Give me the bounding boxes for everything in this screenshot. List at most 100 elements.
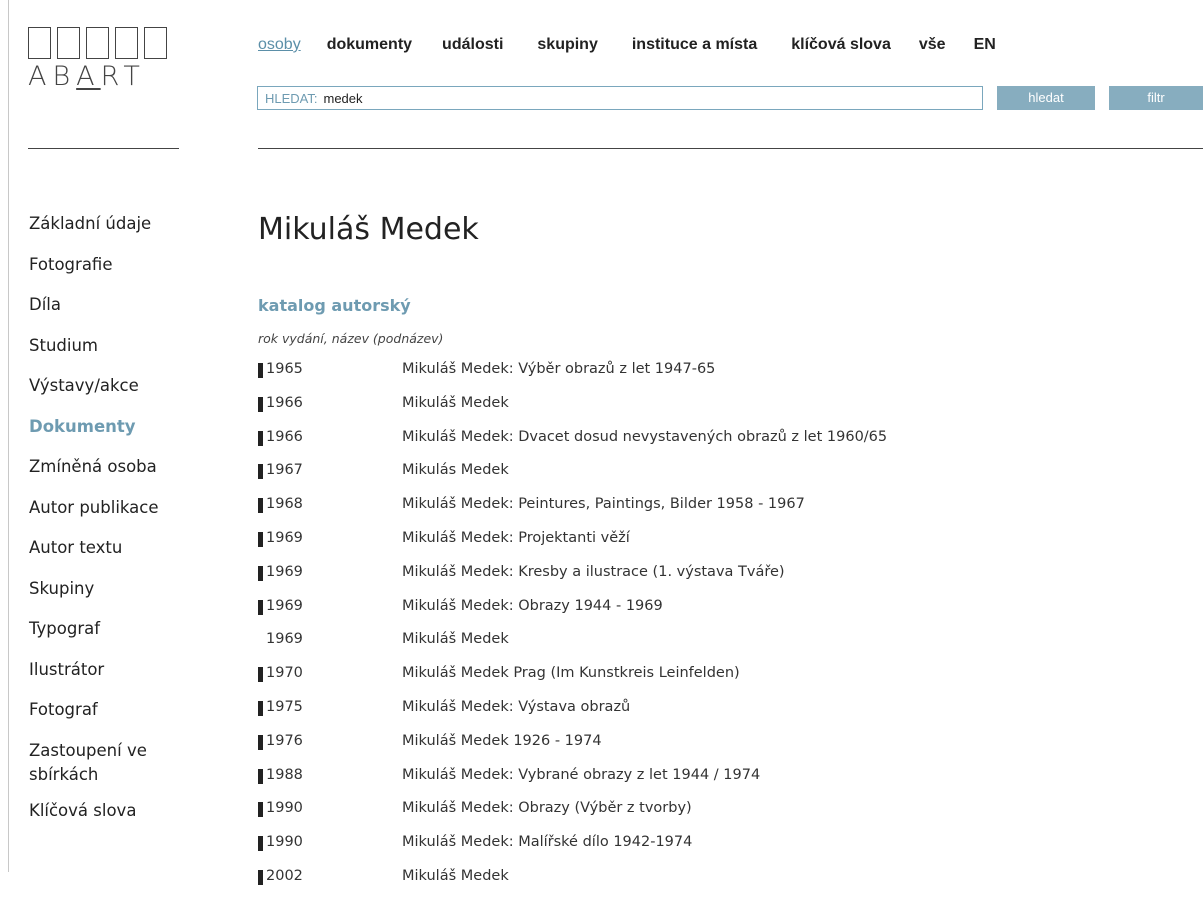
item-year: 1975	[266, 698, 303, 715]
document-marker-icon	[258, 667, 263, 683]
nav-osoby[interactable]: osoby	[258, 36, 301, 54]
list-item: 2002 Mikuláš Medek	[258, 868, 887, 902]
sidebar-item-dila[interactable]: Díla	[29, 293, 169, 334]
item-title-link[interactable]: Mikuláš Medek: Dvacet dosud nevystavenýc…	[402, 429, 887, 445]
sidebar-item-zminena-osoba[interactable]: Zmíněná osoba	[29, 455, 169, 496]
list-item: 1969 Mikuláš Medek: Kresby a ilustrace (1…	[258, 564, 887, 598]
search-button[interactable]: hledat	[997, 86, 1095, 110]
column-description: rok vydání, název (podnázev)	[258, 331, 444, 346]
item-year: 1970	[266, 665, 303, 682]
sidebar-item-zakladni-udaje[interactable]: Základní údaje	[29, 212, 169, 253]
item-year: 1969	[266, 529, 303, 546]
item-title-link[interactable]: Mikuláš Medek	[402, 631, 509, 647]
logo-squares	[28, 27, 178, 59]
sidebar-item-fotograf[interactable]: Fotograf	[29, 698, 169, 739]
search-value[interactable]: medek	[324, 91, 363, 106]
item-title-link[interactable]: Mikuláš Medek	[402, 868, 509, 884]
item-title-link[interactable]: Mikulás Medek	[402, 462, 509, 478]
sidebar: Základní údaje Fotografie Díla Studium V…	[29, 212, 169, 839]
nav-klicova-slova[interactable]: klíčová slova	[791, 36, 891, 54]
item-title-link[interactable]: Mikuláš Medek: Výběr obrazů z let 1947-6…	[402, 361, 715, 377]
nav-dokumenty[interactable]: dokumenty	[327, 36, 412, 54]
list-item: 1968 Mikuláš Medek: Peintures, Paintings,…	[258, 496, 887, 530]
document-marker-icon	[258, 802, 263, 818]
sidebar-item-autor-publikace[interactable]: Autor publikace	[29, 496, 169, 537]
item-title-link[interactable]: Mikuláš Medek: Obrazy (Výběr z tvorby)	[402, 800, 692, 816]
item-year: 2002	[266, 867, 303, 884]
list-item: 1988 Mikuláš Medek: Vybrané obrazy z let …	[258, 767, 887, 801]
document-marker-icon	[258, 430, 263, 446]
top-navigation: osoby dokumenty události skupiny institu…	[258, 36, 996, 54]
document-marker-icon	[258, 498, 263, 514]
list-item: 1969 Mikuláš Medek: Obrazy 1944 - 1969	[258, 598, 887, 632]
page-title: Mikuláš Medek	[258, 212, 479, 247]
sidebar-item-zastoupeni-ve-sbirkach[interactable]: Zastoupení ve sbírkách	[29, 739, 169, 799]
item-year: 1990	[266, 834, 303, 851]
header-divider	[258, 148, 1203, 149]
item-year: 1967	[266, 462, 303, 479]
item-year: 1990	[266, 800, 303, 817]
sidebar-item-studium[interactable]: Studium	[29, 334, 169, 375]
sidebar-item-dokumenty[interactable]: Dokumenty	[29, 415, 169, 456]
nav-skupiny[interactable]: skupiny	[537, 36, 597, 54]
item-year: 1969	[266, 563, 303, 580]
item-title-link[interactable]: Mikuláš Medek: Peintures, Paintings, Bil…	[402, 496, 805, 512]
sidebar-item-vystavy-akce[interactable]: Výstavy/akce	[29, 374, 169, 415]
list-item: 1966 Mikuláš Medek: Dvacet dosud nevystav…	[258, 429, 887, 463]
list-item: 1990 Mikuláš Medek: Obrazy (Výběr z tvorb…	[258, 800, 887, 834]
sidebar-item-typograf[interactable]: Typograf	[29, 617, 169, 658]
item-title-link[interactable]: Mikuláš Medek: Obrazy 1944 - 1969	[402, 598, 663, 614]
item-title-link[interactable]: Mikuláš Medek	[402, 395, 509, 411]
list-item: 1967 Mikulás Medek	[258, 462, 887, 496]
sidebar-item-ilustrator[interactable]: Ilustrátor	[29, 658, 169, 699]
item-title-link[interactable]: Mikuláš Medek: Projektanti věží	[402, 530, 630, 546]
sidebar-item-autor-textu[interactable]: Autor textu	[29, 536, 169, 577]
item-year: 1965	[266, 361, 303, 377]
logo-text: ABART	[28, 61, 146, 92]
list-item: 1969 Mikuláš Medek	[258, 631, 887, 665]
document-marker-icon	[258, 531, 263, 547]
item-year: 1988	[266, 766, 303, 783]
document-marker-icon	[258, 599, 263, 615]
document-marker-icon	[258, 869, 263, 885]
nav-instituce-a-mista[interactable]: instituce a místa	[632, 36, 757, 54]
item-year: 1969	[266, 631, 303, 648]
search-label: HLEDAT:	[265, 90, 318, 106]
nav-language-en[interactable]: EN	[974, 36, 996, 54]
list-item: 1965 Mikuláš Medek: Výběr obrazů z let 19…	[258, 361, 887, 395]
filter-button[interactable]: filtr	[1109, 86, 1203, 110]
document-marker-icon	[258, 396, 263, 412]
document-marker-icon	[258, 836, 263, 852]
nav-vse[interactable]: vše	[919, 36, 946, 54]
item-year: 1969	[266, 597, 303, 614]
catalog-list: 1965 Mikuláš Medek: Výběr obrazů z let 19…	[258, 361, 887, 902]
section-heading: katalog autorský	[258, 296, 411, 315]
abart-logo[interactable]: ABART	[28, 27, 178, 92]
nav-udalosti[interactable]: události	[442, 36, 503, 54]
list-item: 1970 Mikuláš Medek Prag (Im Kunstkreis Le…	[258, 665, 887, 699]
item-title-link[interactable]: Mikuláš Medek: Kresby a ilustrace (1. vý…	[402, 564, 785, 580]
item-year: 1966	[266, 428, 303, 445]
sidebar-item-fotografie[interactable]: Fotografie	[29, 253, 169, 294]
item-title-link[interactable]: Mikuláš Medek Prag (Im Kunstkreis Leinfe…	[402, 665, 740, 681]
item-year: 1976	[266, 732, 303, 749]
list-item: 1990 Mikuláš Medek: Malířské dílo 1942-19…	[258, 834, 887, 868]
document-marker-icon	[258, 633, 263, 648]
list-item: 1976 Mikuláš Medek 1926 - 1974	[258, 733, 887, 767]
item-year: 1968	[266, 496, 303, 513]
sidebar-item-skupiny[interactable]: Skupiny	[29, 577, 169, 618]
search-input[interactable]: HLEDAT: medek	[257, 86, 983, 110]
list-item: 1969 Mikuláš Medek: Projektanti věží	[258, 530, 887, 564]
item-title-link[interactable]: Mikuláš Medek 1926 - 1974	[402, 733, 602, 749]
item-title-link[interactable]: Mikuláš Medek: Výstava obrazů	[402, 699, 630, 715]
document-marker-icon	[258, 700, 263, 716]
list-item: 1966 Mikuláš Medek	[258, 395, 887, 429]
item-title-link[interactable]: Mikuláš Medek: Vybrané obrazy z let 1944…	[402, 767, 760, 783]
document-marker-icon	[258, 464, 263, 480]
list-item: 1975 Mikuláš Medek: Výstava obrazů	[258, 699, 887, 733]
document-marker-icon	[258, 768, 263, 784]
document-marker-icon	[258, 565, 263, 581]
item-title-link[interactable]: Mikuláš Medek: Malířské dílo 1942-1974	[402, 834, 692, 850]
sidebar-item-klicova-slova[interactable]: Klíčová slova	[29, 799, 169, 840]
item-year: 1966	[266, 394, 303, 411]
